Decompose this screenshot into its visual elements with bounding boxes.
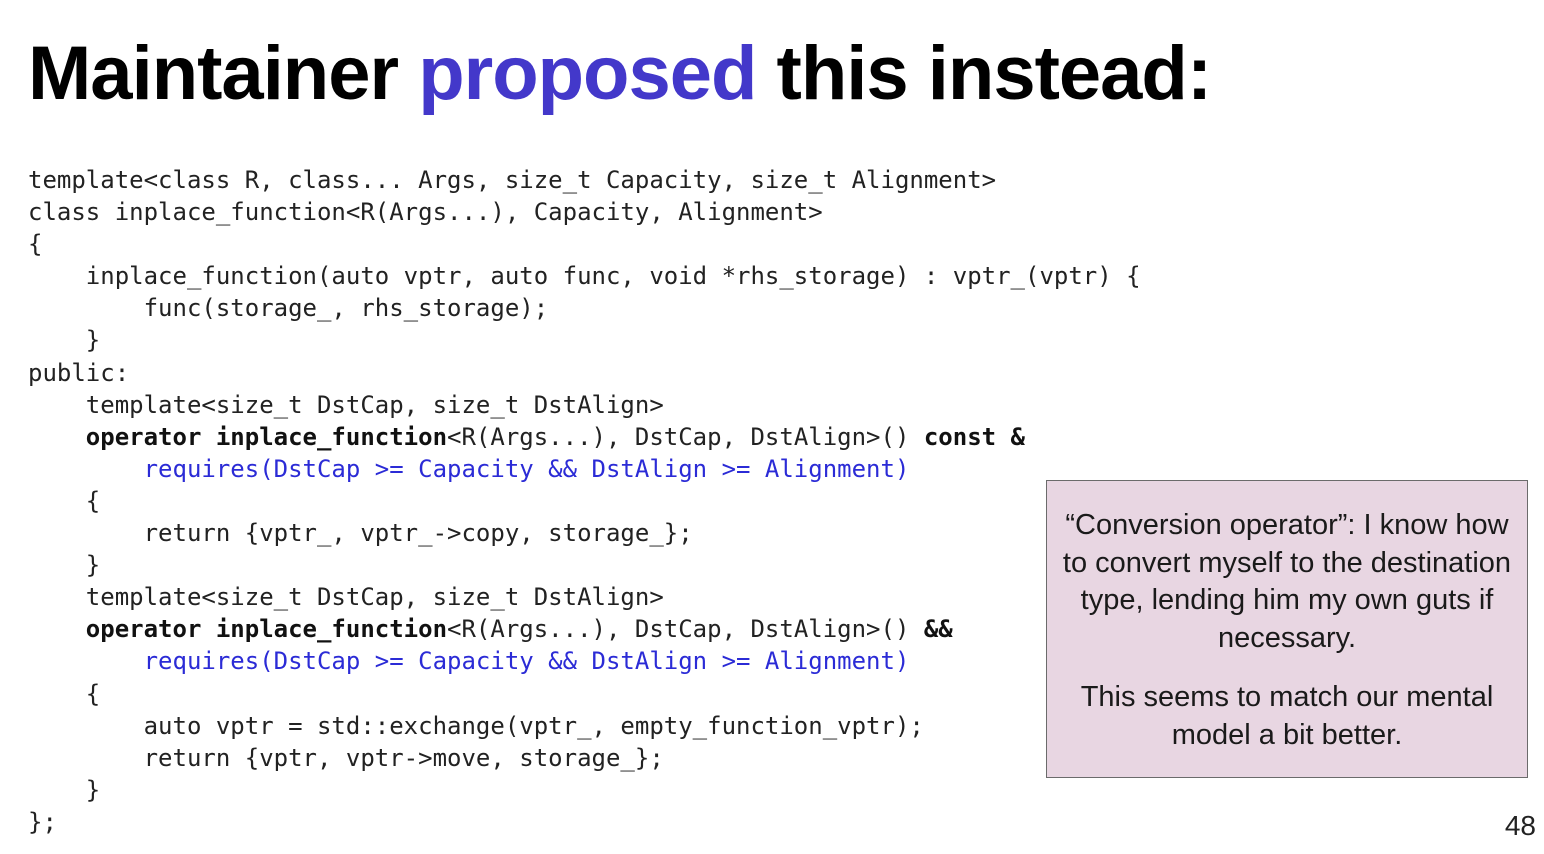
code-line: return {vptr_, vptr_->copy, storage_}; <box>28 519 693 548</box>
title-accent-word: proposed <box>418 31 757 116</box>
code-line: template<size_t DstCap, size_t DstAlign> <box>28 390 664 419</box>
slide-title: Maintainer proposed this instead: <box>28 26 1213 122</box>
code-line: } <box>28 551 101 580</box>
code-line: { <box>28 486 101 515</box>
requires-clause: requires(DstCap >= Capacity && DstAlign … <box>143 647 910 676</box>
code-line: return {vptr, vptr->move, storage_}; <box>28 743 664 772</box>
code-line: auto vptr = std::exchange(vptr_, empty_f… <box>28 711 924 740</box>
code-line: { <box>28 230 43 259</box>
code-line: public: <box>28 358 130 387</box>
callout-paragraph-2: This seems to match our mental model a b… <box>1080 681 1494 751</box>
code-line: operator inplace_function<R(Args...), Ds… <box>28 421 1141 453</box>
code-line: requires(DstCap >= Capacity && DstAlign … <box>28 453 1141 485</box>
code-keyword: const & <box>923 422 1026 451</box>
code-keyword: operator inplace_function <box>85 422 448 451</box>
code-line: operator inplace_function<R(Args...), Ds… <box>28 613 1141 645</box>
code-text: <R(Args...), DstCap, DstAlign>() <box>447 422 924 451</box>
code-keyword: && <box>923 615 953 644</box>
code-block: template<class R, class... Args, size_t … <box>28 164 1141 838</box>
title-text-end: this instead: <box>756 31 1213 116</box>
callout-paragraph-1: “Conversion operator”: I know how to con… <box>1062 509 1512 654</box>
code-line: template<size_t DstCap, size_t DstAlign> <box>28 583 664 612</box>
code-line: } <box>28 326 101 355</box>
requires-clause: requires(DstCap >= Capacity && DstAlign … <box>143 454 910 483</box>
code-line: requires(DstCap >= Capacity && DstAlign … <box>28 645 1141 677</box>
code-line: inplace_function(auto vptr, auto func, v… <box>28 262 1141 291</box>
code-keyword: operator inplace_function <box>85 615 448 644</box>
page-number: 48 <box>1504 810 1536 841</box>
code-text: <R(Args...), DstCap, DstAlign>() <box>447 615 924 644</box>
title-text-start: Maintainer <box>28 31 419 116</box>
code-line: class inplace_function<R(Args...), Capac… <box>28 198 823 227</box>
code-line: func(storage_, rhs_storage); <box>28 294 549 323</box>
code-line: }; <box>28 807 57 836</box>
code-line: } <box>28 775 101 804</box>
callout-box: “Conversion operator”: I know how to con… <box>1046 480 1528 778</box>
code-line: { <box>28 679 101 708</box>
code-line: template<class R, class... Args, size_t … <box>28 166 997 194</box>
